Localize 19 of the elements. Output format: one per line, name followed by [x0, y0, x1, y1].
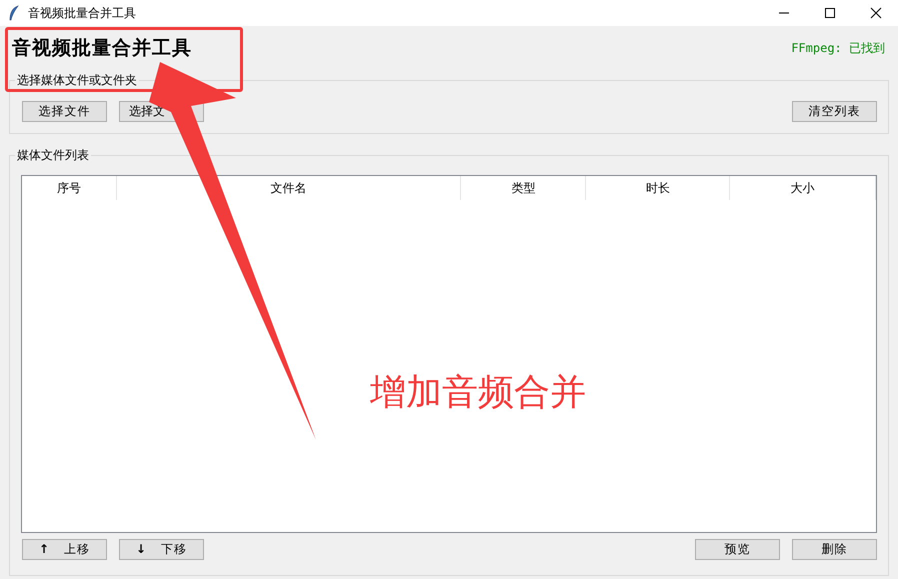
panel-label: 媒体文件列表 [15, 147, 91, 164]
action-button[interactable]: 删除 [792, 539, 877, 560]
app-heading: 音视频批量合并工具 [12, 36, 192, 61]
clear-list-button[interactable]: 清空列表 [792, 101, 877, 122]
maximize-icon[interactable] [824, 7, 836, 19]
feather-icon [8, 5, 20, 21]
move-button[interactable]: ↓ 下移 [119, 539, 204, 560]
column-header[interactable]: 序号 [22, 176, 117, 200]
close-icon[interactable] [870, 7, 882, 19]
annotation-text: 增加音频合并 [370, 371, 586, 415]
column-header[interactable]: 类型 [461, 176, 586, 200]
panel-label: 选择媒体文件或文件夹 [15, 72, 139, 89]
move-button[interactable]: ↑ 上移 [22, 539, 107, 560]
window-title: 音视频批量合并工具 [28, 4, 136, 22]
action-button[interactable]: 预览 [695, 539, 780, 560]
select-button[interactable]: 选择文件 [22, 101, 107, 122]
column-header[interactable]: 大小 [730, 176, 876, 200]
ffmpeg-status: FFmpeg: 已找到 [791, 40, 886, 56]
column-header[interactable]: 时长 [586, 176, 730, 200]
